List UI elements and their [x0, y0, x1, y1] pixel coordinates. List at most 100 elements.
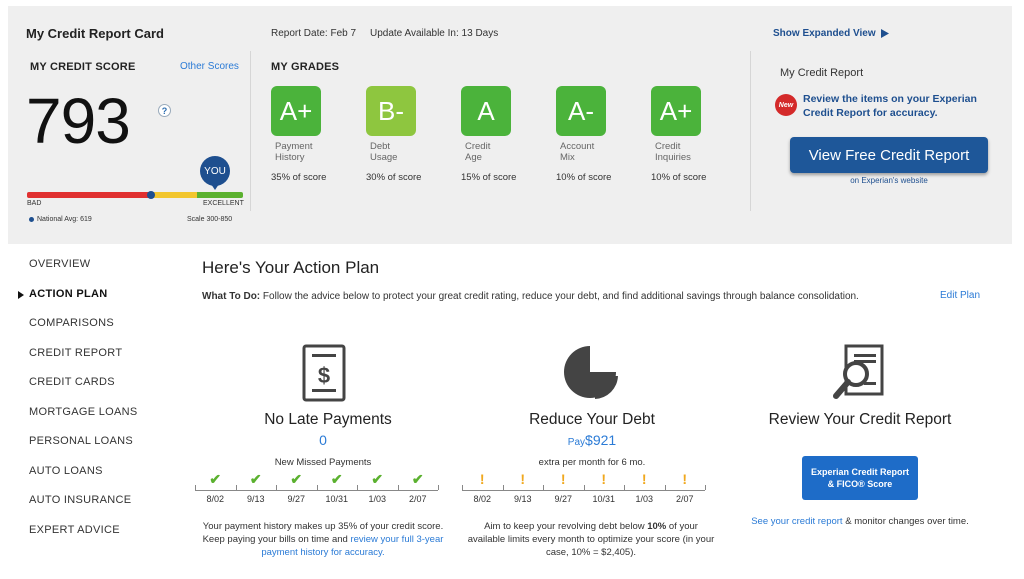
what-to-do-label: What To Do: [202, 291, 261, 302]
national-avg-label: National Avg: 619 [37, 216, 92, 223]
credit-report-title: My Credit Report [780, 67, 864, 79]
edit-plan-link[interactable]: Edit Plan [940, 290, 980, 301]
pay-value: $921 [585, 432, 617, 448]
sidebar-item[interactable]: CREDIT CARDS [29, 376, 115, 388]
exclamation-icon: ! [641, 471, 647, 487]
experian-button-line1: Experian Credit Report [810, 467, 910, 477]
grade-label-line2: Age [465, 152, 482, 163]
timeline-date: 9/13 [246, 494, 265, 504]
timeline-date: 2/07 [675, 494, 694, 504]
timeline-tick [235, 485, 237, 490]
timeline-date: 8/02 [206, 494, 225, 504]
timeline-date: 9/27 [554, 494, 573, 504]
play-arrow-icon [880, 29, 889, 38]
debt-desc-text1: Aim to keep your revolving debt below [484, 521, 648, 532]
pie-chart-icon [564, 346, 618, 399]
action-plan-title: Here's Your Action Plan [202, 258, 380, 277]
grade-box[interactable]: A- [556, 86, 606, 136]
what-to-do: What To Do: Follow the advice below to p… [202, 290, 892, 304]
national-avg-marker [147, 191, 155, 199]
grade-weight: 30% of score [366, 172, 422, 183]
view-free-credit-report-button[interactable]: View Free Credit Report [790, 137, 988, 173]
score-bar [27, 192, 243, 198]
sidebar-item[interactable]: ACTION PLAN [29, 288, 107, 300]
show-expanded-label: Show Expanded View [773, 28, 876, 39]
svg-text:$: $ [318, 363, 330, 388]
grade-label-line1: Debt [370, 141, 391, 152]
sidebar-item[interactable]: MORTGAGE LOANS [29, 406, 138, 418]
debt-desc-bold: 10% [647, 521, 667, 532]
checkmark-icon: ✔ [209, 471, 222, 487]
experian-credit-report-button[interactable]: Experian Credit Report & FICO® Score [802, 456, 918, 500]
timeline-tick [705, 485, 706, 490]
timeline-tick [543, 485, 544, 490]
grade-weight: 10% of score [651, 172, 707, 183]
experian-button-line2: & FICO® Score [827, 479, 893, 489]
excellent-label: EXCELLENT [203, 200, 244, 207]
grade-label-line2: Mix [560, 152, 575, 163]
sidebar-item[interactable]: EXPERT ADVICE [29, 524, 120, 536]
what-to-do-text: Follow the advice below to protect your … [262, 291, 859, 302]
timeline-date: 9/13 [513, 494, 532, 504]
grade-box[interactable]: A+ [651, 86, 701, 136]
missed-payments-count: 0 [319, 432, 327, 448]
grade-weight: 15% of score [461, 172, 517, 183]
review-credit-report-title: Review Your Credit Report [768, 411, 952, 428]
timeline-tick [397, 485, 399, 490]
see-credit-report-link[interactable]: See your credit report [751, 516, 842, 527]
credit-score-value: 793 [26, 85, 131, 157]
sidebar-item[interactable]: CREDIT REPORT [29, 347, 122, 359]
payment-history-description: Your payment history makes up 35% of you… [198, 520, 448, 559]
grade-label-line1: Payment [275, 141, 313, 152]
grade-label: Payment History [275, 141, 313, 163]
active-arrow-icon [18, 290, 24, 299]
see-credit-report: See your credit report & monitor changes… [740, 516, 980, 527]
see-credit-report-suffix: & monitor changes over time. [842, 516, 969, 527]
sidebar-item[interactable]: OVERVIEW [29, 258, 91, 270]
grade-box[interactable]: B- [366, 86, 416, 136]
review-message: Review the items on your Experian Credit… [803, 93, 977, 119]
help-icon[interactable]: ? [158, 104, 171, 117]
timeline-tick [316, 485, 318, 490]
other-scores-link[interactable]: Other Scores [180, 61, 239, 72]
grade-label-line2: History [275, 152, 305, 163]
grade-label-line1: Account [560, 141, 595, 152]
timeline-tick [624, 485, 625, 490]
exclamation-icon: ! [682, 471, 688, 487]
sidebar-item[interactable]: PERSONAL LOANS [29, 435, 133, 447]
grade-label-line1: Credit [655, 141, 681, 152]
sidebar-item[interactable]: AUTO INSURANCE [29, 494, 131, 506]
timeline-tick [664, 485, 666, 490]
checkmark-icon: ✔ [249, 471, 262, 487]
missed-payments-label: New Missed Payments [274, 457, 372, 468]
timeline-date: 1/03 [635, 494, 654, 504]
grade-label-line1: Credit [465, 141, 491, 152]
exclamation-icon: ! [479, 471, 485, 487]
grade-label-line2: Usage [370, 152, 398, 163]
divider [250, 51, 251, 211]
pay-duration: extra per month for 6 mo. [538, 457, 646, 468]
grade-weight: 35% of score [271, 172, 327, 183]
credit-score-heading: MY CREDIT SCORE [30, 61, 136, 73]
timeline-axis [462, 490, 705, 491]
sidebar-item[interactable]: COMPARISONS [29, 317, 114, 329]
reduce-debt-title: Reduce Your Debt [529, 411, 655, 428]
grade-label: Credit Inquiries [655, 141, 691, 163]
national-average: National Avg: 619 [29, 216, 92, 223]
new-badge: New [775, 94, 797, 116]
update-available: Update Available In: 13 Days [370, 28, 499, 39]
timeline-tick [583, 485, 585, 490]
grade-box[interactable]: A+ [271, 86, 321, 136]
grade-label-line2: Inquiries [655, 152, 691, 163]
grade-box[interactable]: A [461, 86, 511, 136]
sidebar-item[interactable]: AUTO LOANS [29, 465, 103, 477]
timeline-tick [195, 485, 196, 490]
bad-label: BAD [27, 200, 42, 207]
timeline-date: 1/03 [368, 494, 387, 504]
credit-report-card-panel: My Credit Report Card Report Date: Feb 7… [8, 6, 1012, 244]
exclamation-icon: ! [560, 471, 566, 487]
pay-label: Pay [567, 437, 586, 448]
timeline-tick [357, 485, 358, 490]
bill-document-icon: $ [302, 344, 346, 402]
show-expanded-view-link[interactable]: Show Expanded View [773, 28, 889, 39]
